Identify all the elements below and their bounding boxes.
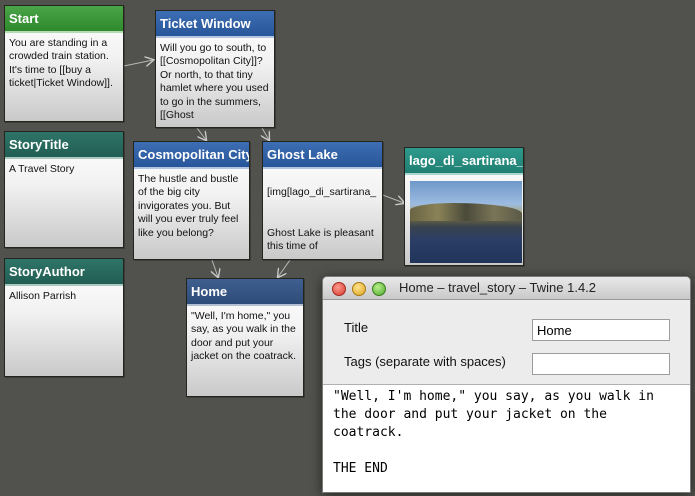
passage-lago-image[interactable]: lago_di_sartirana_ xyxy=(404,147,524,266)
passage-ticket-window[interactable]: Ticket Window Will you go to south, to [… xyxy=(155,10,275,128)
tags-label: Tags (separate with spaces) xyxy=(344,354,506,369)
passage-title: StoryTitle xyxy=(5,132,123,159)
passage-home[interactable]: Home "Well, I'm home," you say, as you w… xyxy=(186,278,304,397)
link-ticket-ghost xyxy=(262,127,269,140)
passage-title: StoryAuthor xyxy=(5,259,123,286)
passage-excerpt: The hustle and bustle of the big city in… xyxy=(138,173,242,239)
passage-title: Home xyxy=(187,279,303,306)
tags-field[interactable] xyxy=(532,353,670,375)
passage-title: lago_di_sartirana_ xyxy=(405,148,523,175)
passage-start[interactable]: Start You are standing in a crowded trai… xyxy=(4,5,124,122)
passage-story-title[interactable]: StoryTitle A Travel Story xyxy=(4,131,124,248)
passage-text-editor[interactable]: "Well, I'm home," you say, as you walk i… xyxy=(323,384,690,492)
title-field[interactable] xyxy=(532,319,670,341)
passage-title: Start xyxy=(5,6,123,33)
passage-excerpt: A Travel Story xyxy=(9,163,75,175)
passage-excerpt: Will you go to south, to [[Cosmopolitan … xyxy=(160,42,272,122)
passage-excerpt: [img[lago_di_sartirana_ Ghost Lake is pl… xyxy=(267,186,377,253)
passage-title: Ghost Lake xyxy=(263,142,382,169)
link-start-ticket xyxy=(123,60,153,66)
passage-excerpt: "Well, I'm home," you say, as you walk i… xyxy=(191,310,299,363)
passage-ghost-lake[interactable]: Ghost Lake [img[lago_di_sartirana_ Ghost… xyxy=(262,141,383,260)
link-ticket-cosmo xyxy=(196,127,206,140)
passage-excerpt: You are standing in a crowded train stat… xyxy=(9,37,113,90)
passage-editor-window: Home – travel_story – Twine 1.4.2 Title … xyxy=(322,276,691,493)
close-window-button[interactable] xyxy=(332,282,346,296)
zoom-window-button[interactable] xyxy=(372,282,386,296)
lake-photo xyxy=(410,181,522,263)
link-ghost-lago xyxy=(379,193,404,203)
link-ghost-home xyxy=(278,259,291,277)
window-title: Home – travel_story – Twine 1.4.2 xyxy=(399,280,597,295)
link-cosmo-home xyxy=(212,259,218,277)
passage-story-author[interactable]: StoryAuthor Allison Parrish xyxy=(4,258,124,377)
passage-title: Cosmopolitan City xyxy=(134,142,249,169)
window-titlebar[interactable]: Home – travel_story – Twine 1.4.2 xyxy=(323,277,690,300)
passage-excerpt: Allison Parrish xyxy=(9,290,77,302)
title-label: Title xyxy=(344,320,369,335)
passage-title: Ticket Window xyxy=(156,11,274,38)
passage-cosmopolitan-city[interactable]: Cosmopolitan City The hustle and bustle … xyxy=(133,141,250,260)
minimize-window-button[interactable] xyxy=(352,282,366,296)
